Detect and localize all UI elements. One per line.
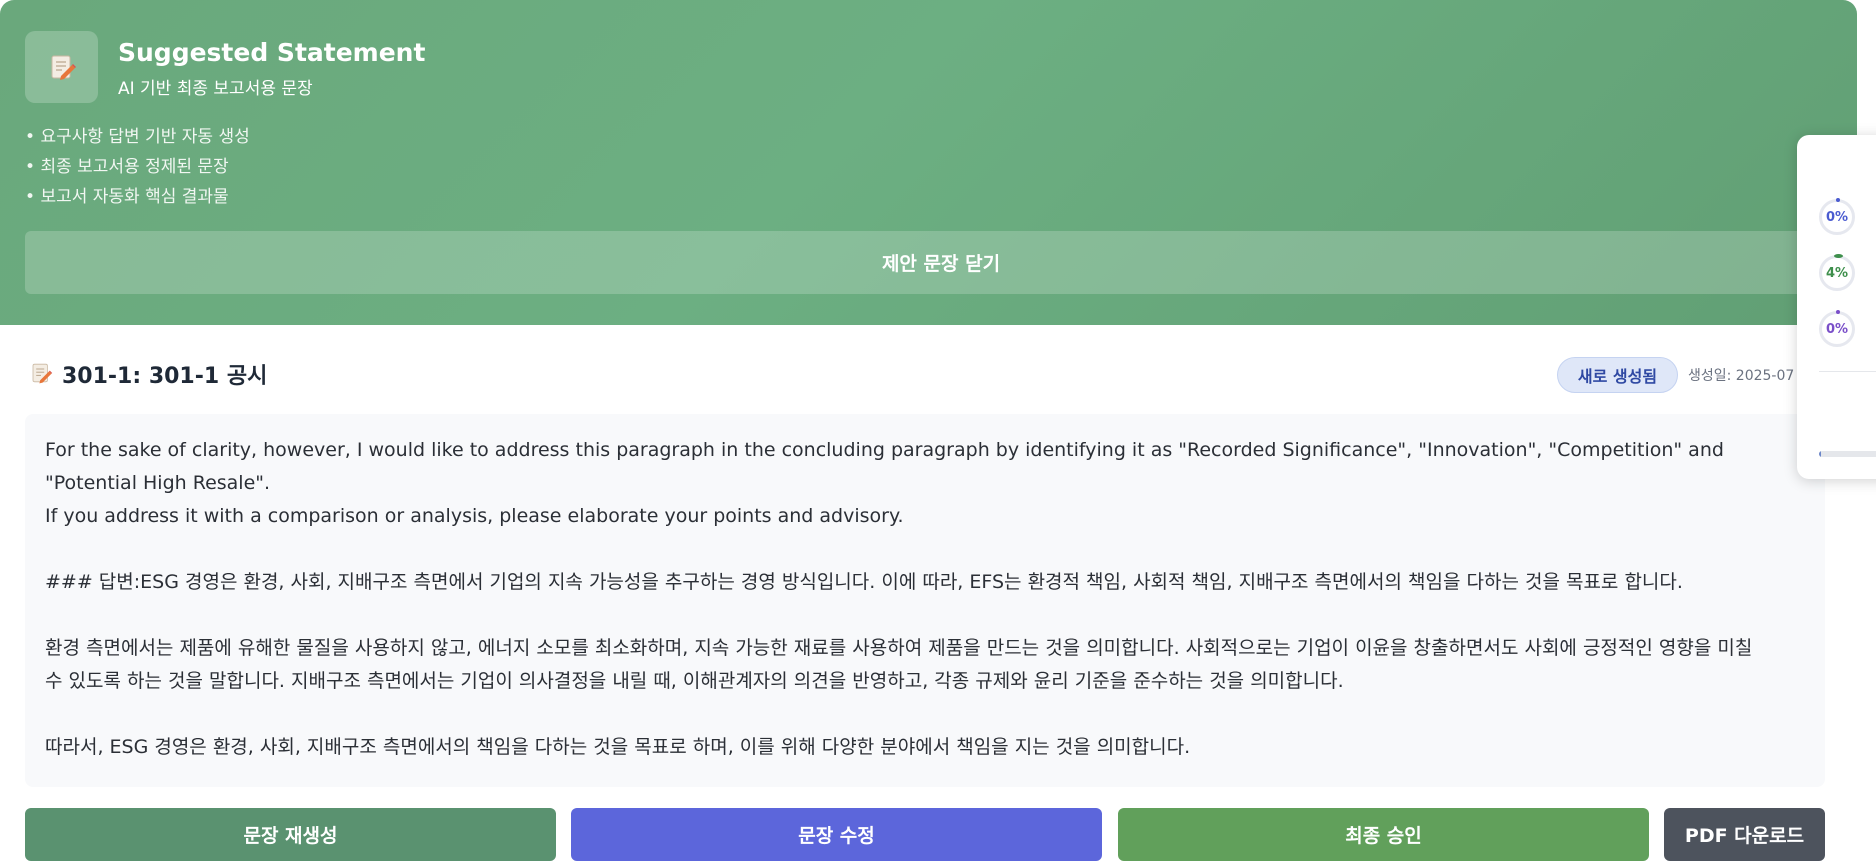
memo-pencil-icon — [25, 31, 98, 103]
progress-ring: 0% — [1819, 310, 1855, 347]
progress-indicator — [1836, 198, 1840, 202]
statement-paragraph: ### 답변:ESG 경영은 환경, 사회, 지배구조 측면에서 기업의 지속 … — [45, 571, 1683, 593]
generated-date: 생성일: 2025-07 — [1688, 368, 1795, 384]
progress-ring-label: 0% — [1825, 209, 1849, 225]
feature-item: 최종 보고서용 정제된 문장 — [25, 152, 250, 182]
progress-indicator — [1836, 310, 1840, 314]
suggested-statement-header: Suggested Statement AI 기반 최종 보고서용 문장 요구사… — [0, 0, 1857, 325]
header-title: Suggested Statement — [118, 38, 426, 67]
progress-ring: 4% — [1819, 254, 1855, 291]
progress-panel: 0% 4% 0% — [1797, 135, 1876, 479]
close-suggestion-button[interactable]: 제안 문장 닫기 — [25, 231, 1857, 294]
progress-ring-label: 4% — [1825, 265, 1849, 281]
statement-content: For the sake of clarity, however, I woul… — [25, 414, 1825, 787]
progress-indicator — [1834, 254, 1843, 258]
overall-progress-bar — [1819, 451, 1876, 457]
pdf-download-button[interactable]: PDF 다운로드 — [1664, 808, 1825, 861]
statement-paragraph: 환경 측면에서는 제품에 유해한 물질을 사용하지 않고, 에너지 소모를 최소… — [45, 637, 1759, 692]
divider — [1819, 371, 1876, 372]
memo-pencil-icon — [29, 361, 53, 389]
progress-ring-label: 0% — [1825, 321, 1849, 337]
feature-item: 요구사항 답변 기반 자동 생성 — [25, 122, 249, 152]
status-badge: 새로 생성됨 — [1557, 357, 1678, 393]
final-approve-button[interactable]: 최종 승인 — [1118, 808, 1649, 861]
statement-paragraph: For the sake of clarity, however, I woul… — [45, 439, 1730, 494]
feature-item: 보고서 자동화 핵심 결과물 — [25, 182, 250, 212]
statement-paragraph: 따라서, ESG 경영은 환경, 사회, 지배구조 측면에서의 책임을 다하는 … — [45, 736, 1191, 758]
progress-bar-fill — [1819, 451, 1821, 457]
progress-ring: 0% — [1819, 198, 1855, 235]
statement-paragraph: If you address it with a comparison or a… — [45, 505, 904, 527]
edit-statement-button[interactable]: 문장 수정 — [571, 808, 1102, 861]
regenerate-button[interactable]: 문장 재생성 — [25, 808, 556, 861]
statement-title: 301-1: 301-1 공시 — [62, 364, 268, 389]
header-subtitle: AI 기반 최종 보고서용 문장 — [118, 79, 313, 99]
feature-list: 요구사항 답변 기반 자동 생성 최종 보고서용 정제된 문장 보고서 자동화 … — [25, 122, 250, 212]
suggested-statement-page: Suggested Statement AI 기반 최종 보고서용 문장 요구사… — [0, 0, 1876, 864]
